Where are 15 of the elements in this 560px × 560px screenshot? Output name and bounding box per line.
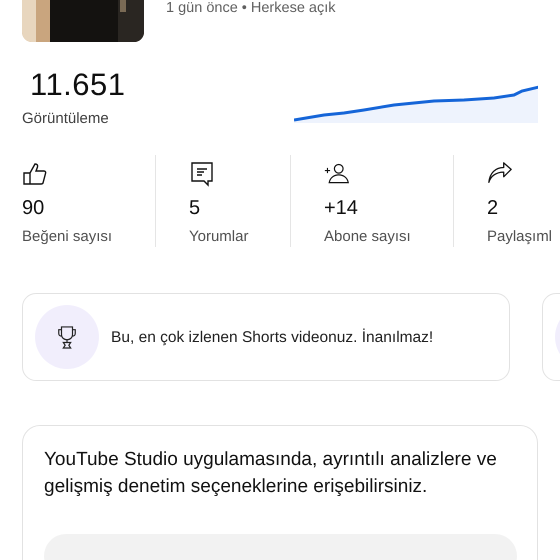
stat-value: +14 (324, 197, 358, 220)
thumbs-up-icon (22, 161, 48, 187)
stat-label: Beğeni sayısı (22, 228, 112, 245)
stat-label: Abone sayısı (324, 228, 411, 245)
stat-label: Paylaşıml (487, 228, 552, 245)
comment-icon (189, 161, 215, 187)
stat-label: Yorumlar (189, 228, 248, 245)
highlight-text: Bu, en çok izlenen Shorts videonuz. İnanılmaz! (111, 328, 434, 348)
stat-value: 5 (189, 197, 200, 220)
view-count: 11.651 (29, 68, 126, 102)
video-meta: 1 gün önce • Herkese açık (166, 0, 336, 16)
views-label: Görüntüleme (22, 110, 110, 127)
promo-text: YouTube Studio uygulamasında, ayrıntılı analizlere ve gelişmiş denetim seçeneklerine erişebilirsiniz. (44, 448, 498, 499)
stat-value: 90 (22, 197, 44, 220)
stat-value: 2 (487, 197, 498, 220)
